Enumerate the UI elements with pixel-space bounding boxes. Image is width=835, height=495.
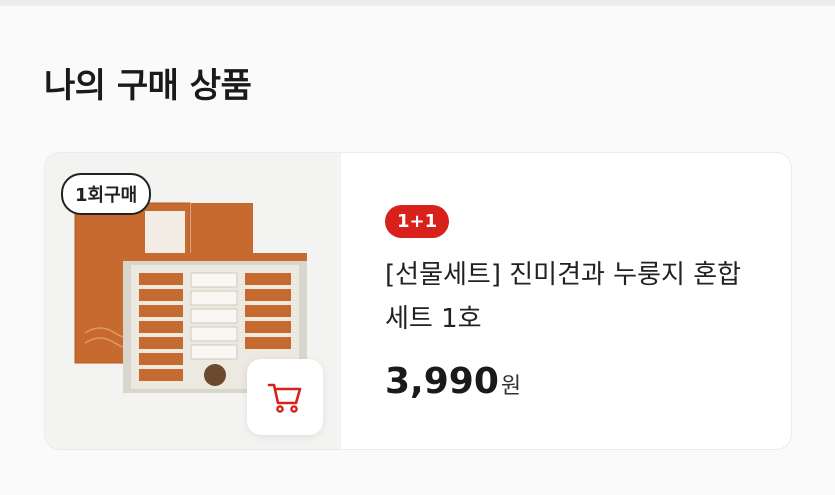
price-value: 3,990 [385, 361, 499, 402]
product-card[interactable]: 1회구매 1+1 [선물세트] 진미견과 누룽지 혼합 세트 1호 3,990원 [44, 152, 792, 450]
cart-icon [267, 383, 302, 413]
product-price: 3,990원 [385, 361, 521, 402]
product-thumbnail[interactable]: 1회구매 [45, 153, 341, 449]
purchase-history-page: 나의 구매 상품 1회구매 1+1 [선물세트] 진미견과 누룽지 혼합 세트 … [0, 6, 835, 495]
page-title: 나의 구매 상품 [44, 66, 252, 106]
product-info: 1+1 [선물세트] 진미견과 누룽지 혼합 세트 1호 3,990원 [385, 153, 791, 449]
product-name[interactable]: [선물세트] 진미견과 누룽지 혼합 세트 1호 [385, 253, 765, 341]
purchase-count-badge: 1회구매 [61, 173, 152, 215]
add-to-cart-button[interactable] [247, 359, 323, 435]
promo-badge: 1+1 [385, 205, 450, 238]
price-currency: 원 [500, 374, 522, 399]
